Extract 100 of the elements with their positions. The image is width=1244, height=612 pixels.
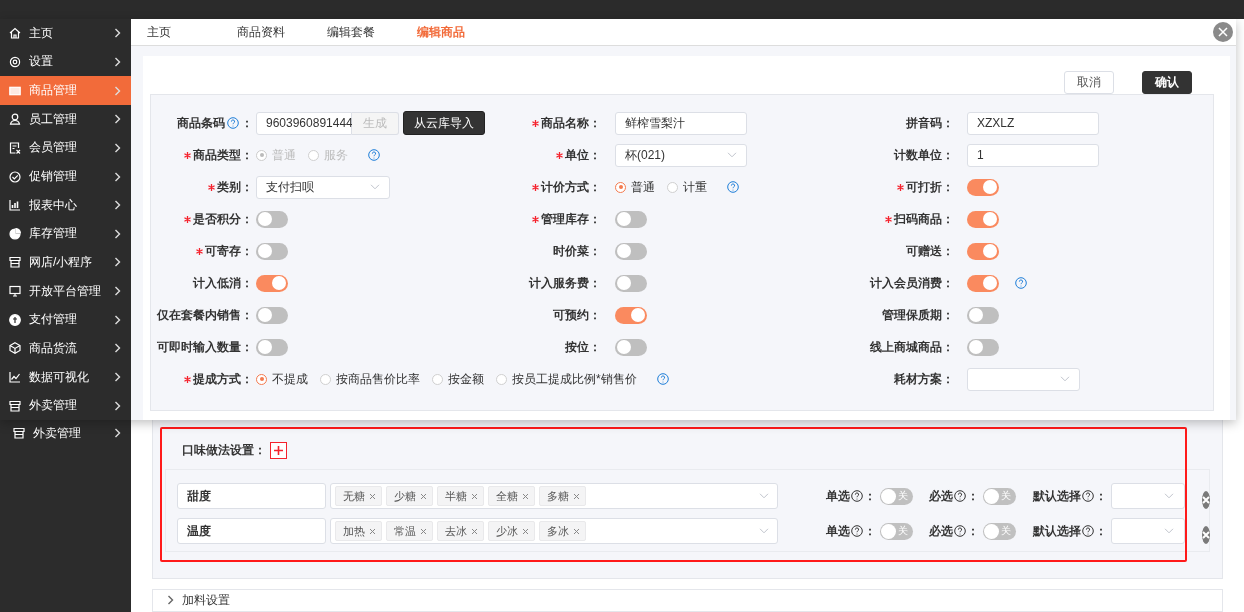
- tag[interactable]: 多糖: [539, 486, 586, 506]
- toggle-switch[interactable]: [256, 338, 288, 356]
- barcode-field[interactable]: 9603960891444: [256, 111, 352, 135]
- radio-circle[interactable]: [256, 373, 267, 385]
- radio-option[interactable]: 普通: [615, 178, 655, 196]
- text-field[interactable]: 1: [967, 143, 1099, 167]
- text-field[interactable]: XZXLZ: [967, 111, 1099, 135]
- radio-option[interactable]: 按金额: [432, 370, 484, 388]
- chevron-right-icon: [114, 257, 121, 268]
- tag[interactable]: 多冰: [539, 521, 586, 541]
- tag[interactable]: 无糖: [335, 486, 382, 506]
- toggle-switch[interactable]: [615, 274, 647, 292]
- tag-close-icon[interactable]: [471, 527, 478, 535]
- select-field[interactable]: [1111, 518, 1185, 544]
- radio-circle[interactable]: [667, 181, 678, 193]
- store-icon: [9, 256, 21, 269]
- switch-label: 必选: [929, 522, 953, 540]
- field-label: 计入低消：: [193, 274, 253, 292]
- text-field[interactable]: 鲜榨雪梨汁: [615, 111, 747, 135]
- sidebar-item[interactable]: 数据可视化: [0, 362, 131, 392]
- radio-circle[interactable]: [320, 373, 331, 385]
- sidebar-item[interactable]: 商品货流: [0, 334, 131, 363]
- name-field[interactable]: 温度: [177, 518, 326, 544]
- radio-option[interactable]: 计重: [667, 178, 707, 196]
- toggle-switch[interactable]: [256, 210, 288, 228]
- toggle-switch[interactable]: [967, 210, 999, 228]
- bar-chart-icon: [9, 199, 21, 212]
- toggle-switch[interactable]: [967, 306, 999, 324]
- settings-icon: [9, 55, 21, 68]
- select-field[interactable]: 支付扫呗: [256, 175, 390, 199]
- remove-button[interactable]: [1202, 526, 1210, 544]
- tag-close-icon[interactable]: [522, 492, 529, 500]
- toggle-switch[interactable]: [615, 242, 647, 260]
- sidebar-item[interactable]: 开放平台管理: [0, 276, 131, 306]
- field-label: 时价菜：: [553, 242, 601, 260]
- sidebar-item[interactable]: 外卖管理: [0, 421, 131, 445]
- tag-close-icon[interactable]: [573, 527, 580, 535]
- tag[interactable]: 少冰: [488, 521, 535, 541]
- toggle-switch[interactable]: [967, 338, 999, 356]
- select-field[interactable]: [1111, 483, 1185, 509]
- tag-close-icon[interactable]: [573, 492, 580, 500]
- name-field[interactable]: 甜度: [177, 483, 326, 509]
- tag-close-icon[interactable]: [420, 492, 427, 500]
- import-button[interactable]: 从云库导入: [403, 111, 485, 135]
- toggle-switch[interactable]: [615, 338, 647, 356]
- toggle-switch[interactable]: [615, 306, 647, 324]
- tag[interactable]: 加热: [335, 521, 382, 541]
- toggle-switch[interactable]: [256, 306, 288, 324]
- close-icon: [1218, 27, 1228, 37]
- sidebar-item[interactable]: 库存管理: [0, 219, 131, 249]
- radio-circle[interactable]: [496, 373, 507, 385]
- field-label: 仅在套餐内销售：: [157, 306, 253, 324]
- tab[interactable]: 主页: [135, 23, 225, 41]
- tag-close-icon[interactable]: [369, 492, 376, 500]
- sidebar-item[interactable]: 主页: [0, 19, 131, 48]
- select-field[interactable]: [967, 367, 1080, 391]
- tag-select[interactable]: 加热 常温 去冰 少冰 多冰: [330, 518, 778, 544]
- toggle-switch[interactable]: [967, 274, 999, 292]
- tab[interactable]: 商品资料: [225, 23, 315, 41]
- chevron-right-icon: [114, 228, 121, 239]
- sidebar-item[interactable]: 报表中心: [0, 190, 131, 220]
- radio-option[interactable]: 不提成: [256, 370, 308, 388]
- field-label: 可寄存：: [205, 242, 253, 260]
- radio-option[interactable]: 按员工提成比例*销售价: [496, 370, 637, 388]
- chevron-down-icon: [727, 152, 737, 158]
- radio-circle[interactable]: [432, 373, 443, 385]
- tag-close-icon[interactable]: [420, 527, 427, 535]
- tag[interactable]: 全糖: [488, 486, 535, 506]
- toggle-switch[interactable]: [256, 274, 288, 292]
- field-label: 管理保质期：: [882, 306, 954, 324]
- sidebar-item[interactable]: 支付管理: [0, 305, 131, 335]
- radio-option[interactable]: 按商品售价比率: [320, 370, 420, 388]
- section-title[interactable]: 加料设置: [182, 593, 230, 607]
- remove-button[interactable]: [1202, 491, 1210, 509]
- confirm-button[interactable]: 确认: [1142, 71, 1192, 94]
- toggle-switch[interactable]: [967, 242, 999, 260]
- help-icon: [1082, 490, 1094, 502]
- sidebar-item[interactable]: 设置: [0, 47, 131, 77]
- tag[interactable]: 半糖: [437, 486, 484, 506]
- tag-select[interactable]: 无糖 少糖 半糖 全糖 多糖: [330, 483, 778, 509]
- tag[interactable]: 常温: [386, 521, 433, 541]
- tag[interactable]: 少糖: [386, 486, 433, 506]
- sidebar-item[interactable]: 员工管理: [0, 104, 131, 134]
- add-button[interactable]: [270, 441, 287, 459]
- tag[interactable]: 去冰: [437, 521, 484, 541]
- tag-close-icon[interactable]: [522, 527, 529, 535]
- sidebar-item[interactable]: 网店/小程序: [0, 248, 131, 277]
- toggle-switch[interactable]: [256, 242, 288, 260]
- cancel-button[interactable]: 取消: [1064, 71, 1114, 94]
- tag-close-icon[interactable]: [369, 527, 376, 535]
- select-field[interactable]: 杯(021): [615, 143, 747, 167]
- tag-close-icon[interactable]: [471, 492, 478, 500]
- sidebar-item[interactable]: 会员管理: [0, 133, 131, 163]
- toggle-switch[interactable]: [967, 178, 999, 196]
- chevron-right-icon: [114, 372, 121, 382]
- toggle-switch[interactable]: [615, 210, 647, 228]
- sidebar-item[interactable]: 促销管理: [0, 162, 131, 191]
- tab[interactable]: 编辑套餐: [315, 23, 405, 41]
- radio-circle[interactable]: [615, 181, 626, 193]
- sidebar-item[interactable]: 外卖管理: [0, 391, 131, 420]
